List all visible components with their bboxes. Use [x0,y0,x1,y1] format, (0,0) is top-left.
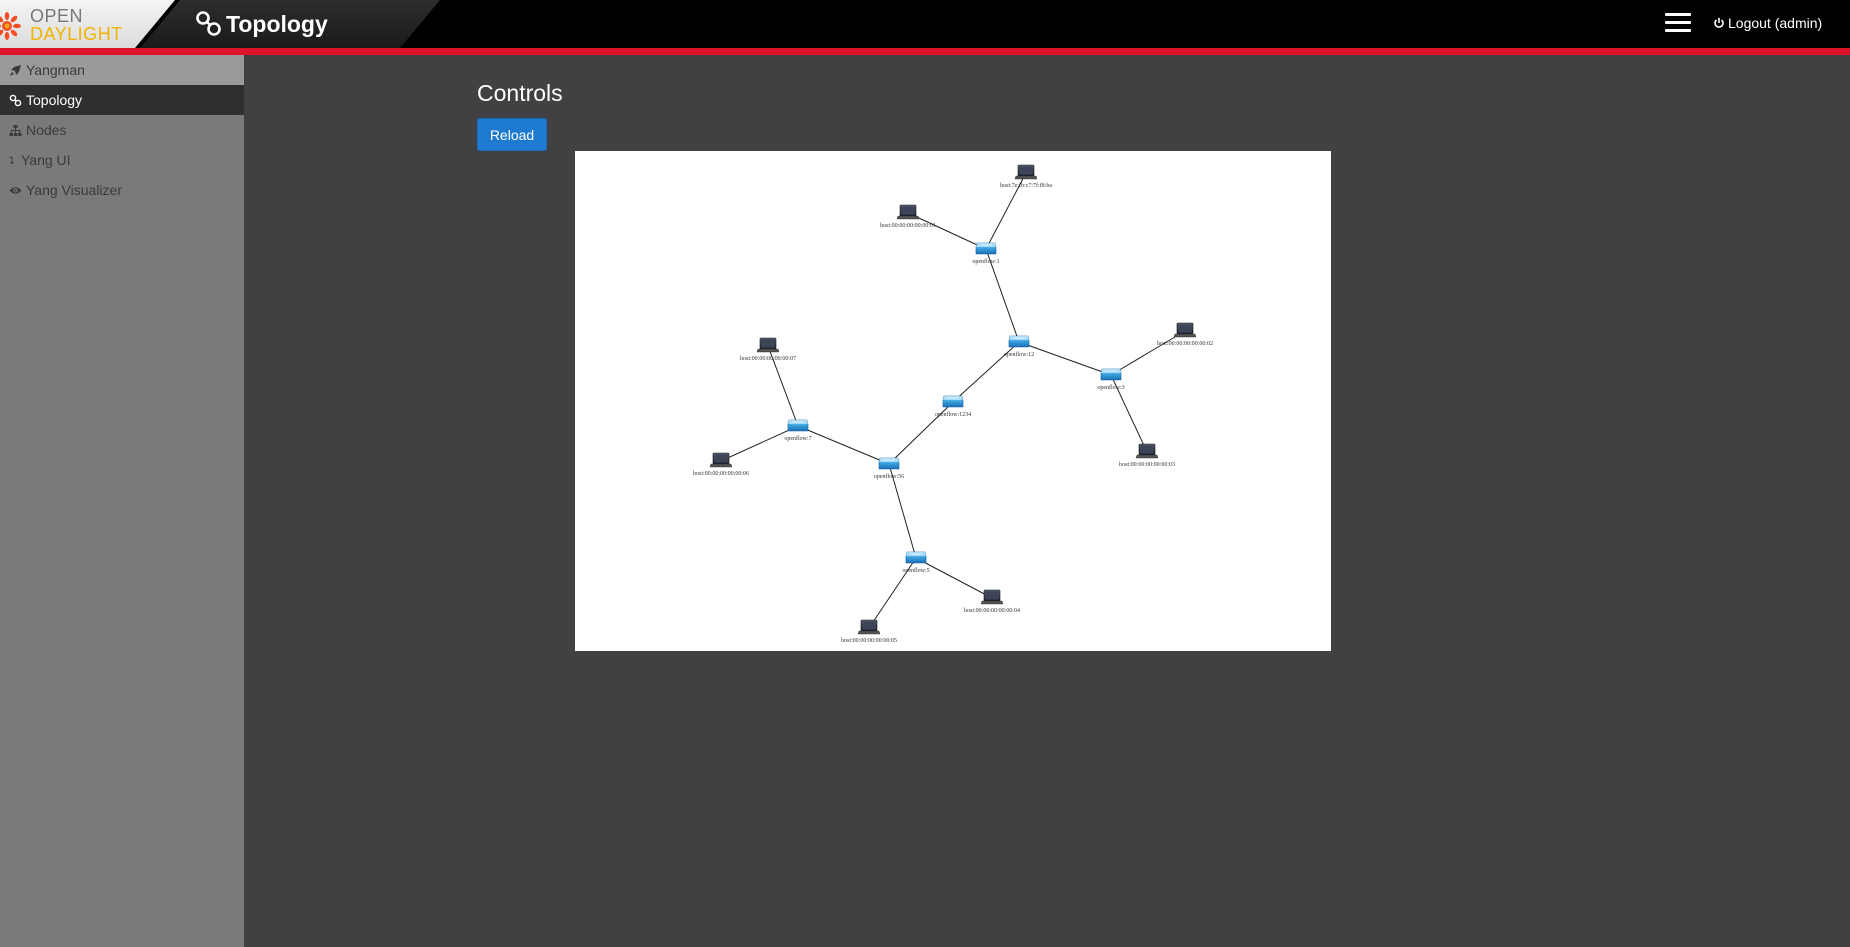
computer-icon [709,452,733,468]
host-node[interactable]: host:00:00:00:00:00:07 [740,337,796,362]
computer-icon [756,337,780,353]
page-title: Topology [226,11,328,37]
top-navbar: OPEN DAYLIGHT Topology Logout (admin) [0,0,1850,48]
host-node[interactable]: host:00:00:00:00:00:05 [841,619,897,644]
switch-node[interactable]: openflow:7 [784,419,812,442]
flower-icon [0,12,21,40]
switch-node[interactable]: openflow:1234 [935,395,971,418]
rocket-icon [10,64,21,76]
computer-icon [896,204,920,220]
host-node[interactable]: host:7e:fb:c7:7f:f8:ba [1000,164,1052,189]
sidebar-item-label: Yang Visualizer [26,182,122,198]
node-label: openflow:12 [1004,351,1034,358]
host-node[interactable]: host:00:00:00:00:00:02 [1157,322,1213,347]
node-label: host:00:00:00:00:00:02 [1157,341,1213,347]
host-node[interactable]: host:00:00:00:00:00:04 [964,589,1020,614]
reload-button[interactable]: Reload [477,118,547,151]
node-label: host:00:00:00:00:00:06 [693,471,749,477]
sidebar-item-label: Yangman [26,62,85,78]
sidebar-item-label: Nodes [26,122,67,138]
sidebar-item-label: Topology [26,92,83,108]
switch-icon [1008,335,1030,348]
topology-graph[interactable]: host:7e:fb:c7:7f:f8:ba host:00:00:00:00:0… [575,151,1331,651]
sidebar-item-yang-visualizer[interactable]: Yang Visualizer [0,175,244,205]
link-icon [9,94,22,106]
switch-icon [942,395,964,408]
node-label: host:00:00:00:00:00:03 [1119,462,1175,468]
switch-icon [905,551,927,564]
controls-heading: Controls [477,80,563,106]
topology-link [1110,330,1186,376]
topology-link [907,212,987,250]
node-label: openflow:3 [1097,384,1124,391]
host-node[interactable]: host:00:00:00:00:00:01 [880,204,936,229]
eye-icon [9,186,22,194]
switch-node[interactable]: openflow:1 [972,242,1000,265]
node-label: openflow:5 [902,567,929,574]
computer-icon [1135,443,1159,459]
sitemap-icon [9,124,22,136]
node-label: host:7e:fb:c7:7f:f8:ba [1000,182,1052,189]
sidebar-item-label: Yang UI [21,152,71,168]
host-node[interactable]: host:00:00:00:00:00:03 [1119,443,1175,468]
logout-button[interactable]: Logout (admin) [1713,15,1822,31]
header-accent-bar [0,48,1850,55]
level-down-icon [9,156,14,164]
computer-icon [980,589,1004,605]
switch-icon [1100,368,1122,381]
switch-node[interactable]: openflow:12 [1004,335,1034,358]
topology-link [797,425,890,465]
topology-canvas[interactable]: host:7e:fb:c7:7f:f8:ba host:00:00:00:00:0… [575,151,1331,651]
node-label: host:00:00:00:00:00:01 [880,223,936,229]
switch-node[interactable]: openflow:5 [902,551,930,574]
switch-icon [975,242,997,255]
switch-icon [878,457,900,470]
logo-text-daylight: DAYLIGHT [30,24,123,44]
topology-link [720,425,799,462]
topology-link [952,341,1020,403]
sidebar: Yangman Topology Nodes Yang UI Yang Visu… [0,55,244,947]
computer-icon [1014,164,1038,180]
node-label: host:00:00:00:00:00:07 [740,356,796,362]
logout-label: Logout (admin) [1728,15,1823,31]
node-label: host:00:00:00:00:00:05 [841,638,897,644]
node-label: openflow:1234 [935,411,971,418]
switch-node[interactable]: openflow:56 [874,457,904,480]
link-icon [196,11,221,36]
logo-text-open: OPEN [30,6,84,26]
switch-icon [787,419,809,432]
menu-toggle-button[interactable] [1665,13,1691,35]
sidebar-item-topology[interactable]: Topology [0,85,244,115]
topology-link [915,557,993,599]
power-icon [1714,17,1724,28]
node-label: openflow:1 [972,258,999,265]
hamburger-icon [1665,13,1691,16]
computer-icon [1173,322,1197,338]
node-label: host:00:00:00:00:00:04 [964,608,1020,614]
node-label: openflow:56 [874,473,904,480]
sidebar-item-nodes[interactable]: Nodes [0,115,244,145]
sidebar-item-yang-ui[interactable]: Yang UI [0,145,244,175]
switch-node[interactable]: openflow:3 [1097,368,1125,391]
node-label: openflow:7 [784,435,811,442]
sidebar-item-yangman[interactable]: Yangman [0,55,244,85]
computer-icon [857,619,881,635]
topology-link [1018,341,1112,376]
host-node[interactable]: host:00:00:00:00:00:06 [693,452,749,477]
